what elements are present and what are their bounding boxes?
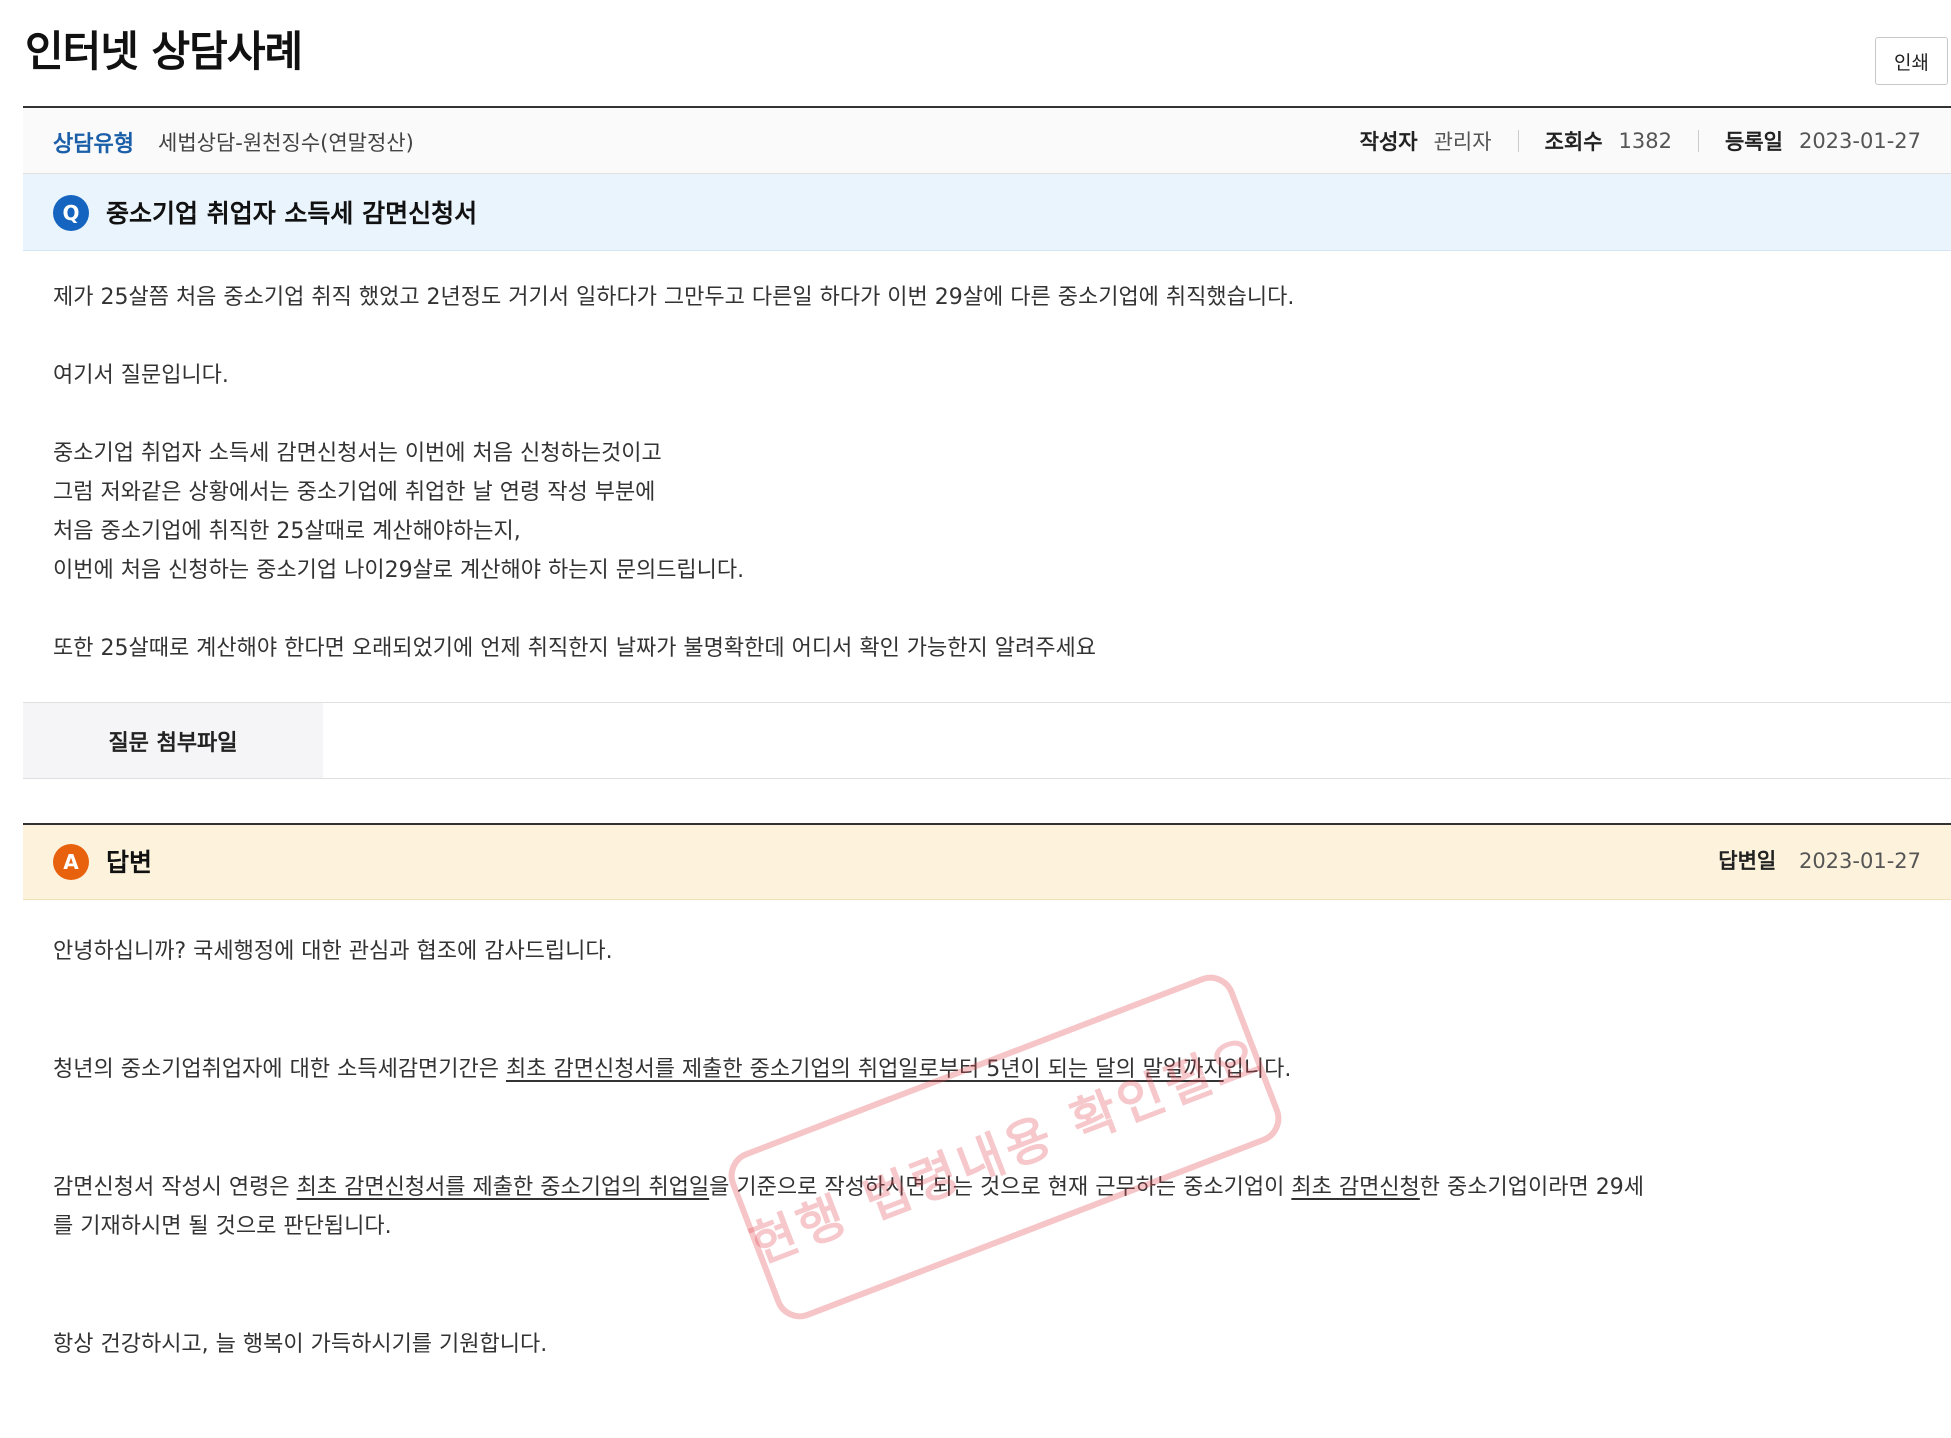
consultation-page: 인터넷 상담사례 인쇄 상담유형 세법상담-원천징수(연말정산) 작성자 관리자… <box>0 0 1951 1438</box>
author-label: 작성자 <box>1359 130 1418 154</box>
question-paragraph: 중소기업 취업자 소득세 감면신청서는 이번에 처음 신청하는것이고 <box>53 441 662 466</box>
answer-date-label: 답변일 <box>1718 849 1777 873</box>
meta-divider <box>1517 130 1519 152</box>
answer-header: A 답변 답변일 2023-01-27 <box>23 823 1951 900</box>
answer-closing: 항상 건강하시고, 늘 행복이 가득하시기를 기원합니다. <box>53 1332 548 1357</box>
answer-emphasis: 최초 감면신청 <box>1291 1175 1420 1200</box>
answer-text: 감면신청서 작성시 연령은 <box>53 1175 297 1200</box>
meta-info: 작성자 관리자 조회수 1382 등록일 2023-01-27 <box>1360 126 1921 156</box>
question-paragraph: 여기서 질문입니다. <box>53 363 229 388</box>
meta-bar: 상담유형 세법상담-원천징수(연말정산) 작성자 관리자 조회수 1382 등록… <box>23 106 1951 174</box>
question-paragraph: 처음 중소기업에 취직한 25살때로 계산해야하는지, <box>53 519 521 544</box>
answer-title: 답변 <box>106 848 153 877</box>
date-label: 등록일 <box>1724 130 1783 154</box>
consult-type-value: 세법상담-원천징수(연말정산) <box>158 131 414 155</box>
question-badge-icon: Q <box>53 195 89 231</box>
answer-text: 한 중소기업이라면 29세 <box>1419 1175 1644 1200</box>
answer-badge-icon: A <box>53 844 89 880</box>
date-value: 2023-01-27 <box>1798 129 1921 153</box>
author-value: 관리자 <box>1433 130 1492 154</box>
answer-date-value: 2023-01-27 <box>1798 849 1921 873</box>
question-body: 제가 25살쯤 처음 중소기업 취직 했었고 2년정도 거기서 일하다가 그만두… <box>53 278 1923 668</box>
page-title: 인터넷 상담사례 <box>25 27 303 76</box>
answer-paragraph-age: 감면신청서 작성시 연령은 최초 감면신청서를 제출한 중소기업의 취업일을 기… <box>53 1168 1644 1207</box>
question-paragraph: 제가 25살쯤 처음 중소기업 취직 했었고 2년정도 거기서 일하다가 그만두… <box>53 285 1295 310</box>
question-header: Q 중소기업 취업자 소득세 감면신청서 <box>23 174 1951 251</box>
attachment-label: 질문 첨부파일 <box>23 703 323 778</box>
answer-emphasis: 최초 감면신청서를 제출한 중소기업의 취업일 <box>296 1175 710 1200</box>
question-paragraph: 그럼 저와같은 상황에서는 중소기업에 취업한 날 연령 작성 부분에 <box>53 480 656 505</box>
answer-paragraph-age-cont: 를 기재하시면 될 것으로 판단됩니다. <box>53 1214 392 1239</box>
attachment-row: 질문 첨부파일 <box>23 702 1951 779</box>
print-button[interactable]: 인쇄 <box>1875 37 1948 85</box>
watermark-stamp: 현행 법령내용 확인필요 <box>721 967 1289 1327</box>
question-paragraph: 이번에 처음 신청하는 중소기업 나이29살로 계산해야 하는지 문의드립니다. <box>53 558 745 583</box>
meta-divider <box>1697 130 1699 152</box>
answer-date: 답변일 2023-01-27 <box>1718 845 1921 875</box>
answer-emphasis: 최초 감면신청서를 제출한 중소기업의 취업일로부터 5년이 되는 달의 말일까… <box>506 1057 1224 1082</box>
answer-greeting: 안녕하십니까? 국세행정에 대한 관심과 협조에 감사드립니다. <box>53 939 613 964</box>
answer-text: 입니다. <box>1223 1057 1292 1082</box>
question-title: 중소기업 취업자 소득세 감면신청서 <box>106 199 478 228</box>
question-paragraph: 또한 25살때로 계산해야 한다면 오래되었기에 언제 취직한지 날짜가 불명확… <box>53 636 1096 661</box>
answer-text: 을 기준으로 작성하시면 되는 것으로 현재 근무하는 중소기업이 <box>709 1175 1292 1200</box>
views-label: 조회수 <box>1544 130 1603 154</box>
views-value: 1382 <box>1618 129 1672 153</box>
answer-paragraph-period: 청년의 중소기업취업자에 대한 소득세감면기간은 최초 감면신청서를 제출한 중… <box>53 1050 1291 1089</box>
consult-type-label: 상담유형 <box>53 132 134 157</box>
answer-text: 청년의 중소기업취업자에 대한 소득세감면기간은 <box>53 1057 507 1082</box>
